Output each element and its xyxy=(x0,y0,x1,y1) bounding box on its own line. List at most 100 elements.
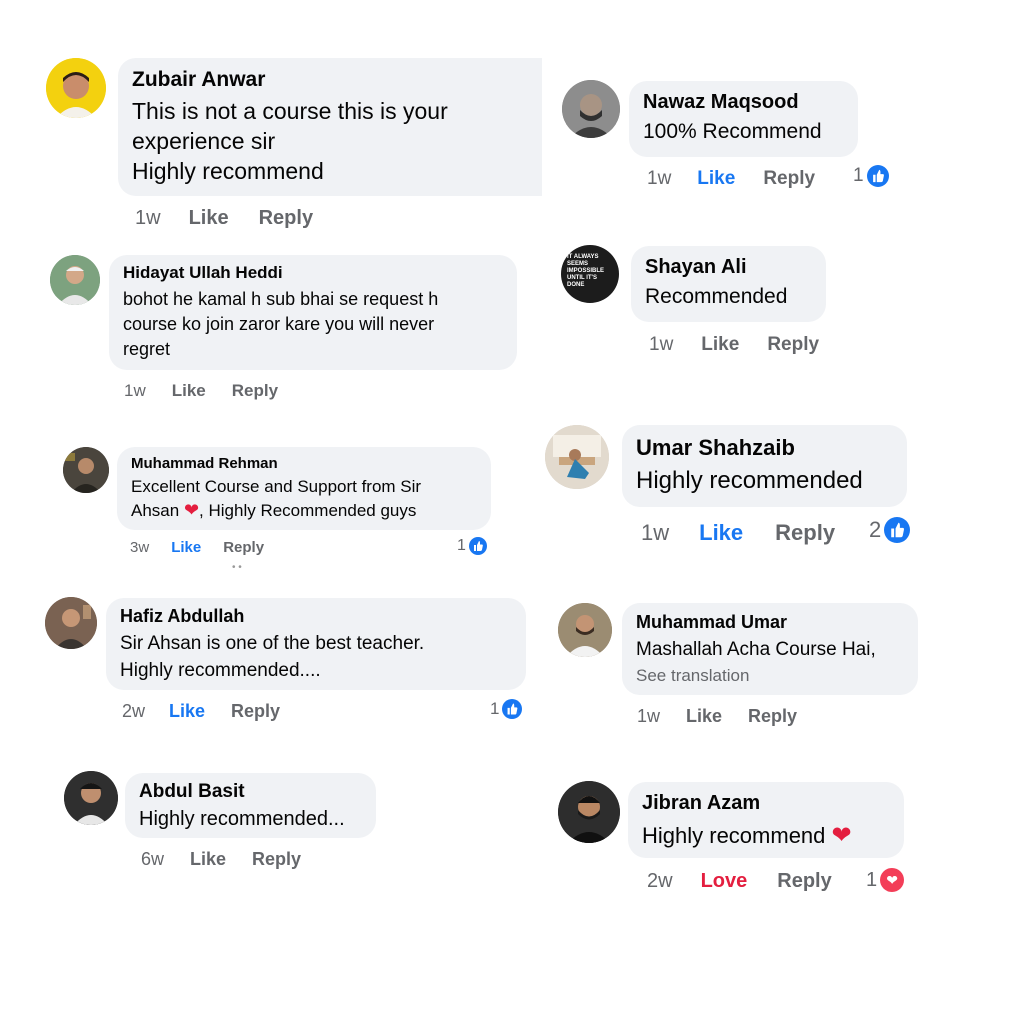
reaction-count-value: 1 xyxy=(457,537,466,554)
reaction-count[interactable]: 1 xyxy=(853,165,889,187)
like-button[interactable]: Like xyxy=(189,207,229,230)
reaction-count-value: 1 xyxy=(866,868,878,891)
timestamp[interactable]: 1w xyxy=(124,381,146,401)
comment-bubble: Umar Shahzaib Highly recommended xyxy=(622,425,907,507)
comment-text: Highly recommended.... xyxy=(120,660,321,681)
reaction-count[interactable]: 1 xyxy=(457,537,487,555)
timestamp[interactable]: 2w xyxy=(122,701,145,722)
comment-text: Mashallah Acha Course Hai, xyxy=(636,639,876,660)
timestamp[interactable]: 6w xyxy=(141,849,164,870)
like-button[interactable]: Like xyxy=(169,701,205,722)
timestamp[interactable]: 2w xyxy=(647,870,673,893)
avatar[interactable] xyxy=(46,58,106,118)
avatar-quote-text: IT ALWAYS SEEMS IMPOSSIBLE UNTIL IT'S DO… xyxy=(567,254,605,288)
avatar[interactable] xyxy=(545,425,609,489)
reaction-count-value: 1 xyxy=(490,699,500,718)
comment-bubble: Zubair Anwar This is not a course this i… xyxy=(118,58,542,196)
avatar[interactable] xyxy=(558,781,620,843)
comment-bubble: Muhammad Rehman Excellent Course and Sup… xyxy=(117,447,491,530)
reaction-count-value: 2 xyxy=(869,517,882,542)
avatar[interactable] xyxy=(562,80,620,138)
see-translation-link[interactable]: See translation xyxy=(636,666,904,686)
comment-actions: 1w Like Reply xyxy=(135,207,313,230)
comment-text: bohot he kamal h sub bhai se request h xyxy=(123,289,439,309)
heart-icon: ❤ xyxy=(183,500,200,520)
comment-bubble: Muhammad Umar Mashallah Acha Course Hai,… xyxy=(622,603,918,695)
comment-text: regret xyxy=(123,339,171,359)
reply-button[interactable]: Reply xyxy=(763,168,815,190)
comment-bubble: Hidayat Ullah Heddi bohot he kamal h sub… xyxy=(109,255,517,370)
reply-button[interactable]: Reply xyxy=(775,520,835,546)
like-button[interactable]: Like xyxy=(699,520,743,546)
comment-author[interactable]: Shayan Ali xyxy=(645,256,812,279)
comment-text: experience sir xyxy=(132,128,276,154)
divider-fragment: • • xyxy=(232,562,242,573)
reaction-count-value: 1 xyxy=(853,165,864,186)
comment-actions: 1w Like Reply xyxy=(641,520,835,546)
reply-button[interactable]: Reply xyxy=(748,706,797,727)
comment-author[interactable]: Zubair Anwar xyxy=(132,68,528,92)
like-reaction-icon xyxy=(884,517,911,543)
comment-text: , Highly Recommended guys xyxy=(199,501,417,520)
avatar[interactable] xyxy=(50,255,100,305)
comment-actions: 1w Like Reply xyxy=(637,706,797,727)
avatar[interactable]: IT ALWAYS SEEMS IMPOSSIBLE UNTIL IT'S DO… xyxy=(561,245,619,303)
comment-author[interactable]: Muhammad Umar xyxy=(636,612,904,633)
avatar[interactable] xyxy=(64,771,118,825)
comment-text: This is not a course this is your xyxy=(132,98,448,124)
like-reaction-icon xyxy=(468,537,487,555)
reply-button[interactable]: Reply xyxy=(252,849,301,870)
like-button[interactable]: Like xyxy=(171,539,201,556)
reply-button[interactable]: Reply xyxy=(223,539,264,556)
comment-text: course ko join zaror kare you will never xyxy=(123,314,435,334)
comment-actions: 2w Like Reply xyxy=(122,701,280,722)
like-button[interactable]: Like xyxy=(190,849,226,870)
reply-button[interactable]: Reply xyxy=(767,334,819,356)
comment-actions: 1w Like Reply xyxy=(124,381,278,401)
comment-text: Highly recommend xyxy=(642,823,826,848)
avatar[interactable] xyxy=(63,447,109,493)
comment-text: Highly recommended... xyxy=(139,808,345,830)
avatar[interactable] xyxy=(558,603,612,657)
comment-actions: 1w Like Reply xyxy=(649,334,819,356)
comment-author[interactable]: Hidayat Ullah Heddi xyxy=(123,263,503,283)
comment-bubble: Abdul Basit Highly recommended... xyxy=(125,773,376,838)
comment-text-line: Highly recommend ❤ xyxy=(642,821,890,850)
comment-actions: 6w Like Reply xyxy=(141,849,301,870)
comment-author[interactable]: Hafiz Abdullah xyxy=(120,606,512,627)
reaction-count[interactable]: 2 xyxy=(869,517,911,543)
comment-bubble: Jibran Azam Highly recommend ❤ xyxy=(628,782,904,858)
comment-author[interactable]: Umar Shahzaib xyxy=(636,435,893,461)
avatar[interactable] xyxy=(45,597,97,649)
reply-button[interactable]: Reply xyxy=(777,870,831,893)
comment-text: 100% Recommend xyxy=(643,120,822,143)
comment-text: Recommended xyxy=(645,285,788,308)
like-reaction-icon xyxy=(866,165,889,187)
reaction-count[interactable]: 1 ❤ xyxy=(866,868,905,892)
timestamp[interactable]: 1w xyxy=(135,207,161,230)
like-button[interactable]: Like xyxy=(172,381,206,401)
timestamp[interactable]: 1w xyxy=(649,334,673,356)
comment-author[interactable]: Abdul Basit xyxy=(139,781,362,803)
timestamp[interactable]: 3w xyxy=(130,539,149,556)
reply-button[interactable]: Reply xyxy=(231,701,280,722)
comment-author[interactable]: Jibran Azam xyxy=(642,792,890,815)
love-button[interactable]: Love xyxy=(701,870,748,893)
comment-bubble: Shayan Ali Recommended xyxy=(631,246,826,322)
timestamp[interactable]: 1w xyxy=(647,168,671,190)
reaction-count[interactable]: 1 xyxy=(490,699,523,719)
like-button[interactable]: Like xyxy=(701,334,739,356)
like-button[interactable]: Like xyxy=(686,706,722,727)
comment-actions: 1w Like Reply xyxy=(647,168,815,190)
comment-author[interactable]: Nawaz Maqsood xyxy=(643,91,844,114)
comment-bubble: Nawaz Maqsood 100% Recommend xyxy=(629,81,858,157)
timestamp[interactable]: 1w xyxy=(641,520,669,546)
reply-button[interactable]: Reply xyxy=(259,207,313,230)
comment-actions: 2w Love Reply xyxy=(647,870,832,893)
comment-text: Highly recommend xyxy=(132,158,324,184)
like-button[interactable]: Like xyxy=(697,168,735,190)
comment-author[interactable]: Muhammad Rehman xyxy=(131,455,477,472)
comment-text: Sir Ahsan is one of the best teacher. xyxy=(120,633,425,654)
timestamp[interactable]: 1w xyxy=(637,706,660,727)
reply-button[interactable]: Reply xyxy=(232,381,278,401)
